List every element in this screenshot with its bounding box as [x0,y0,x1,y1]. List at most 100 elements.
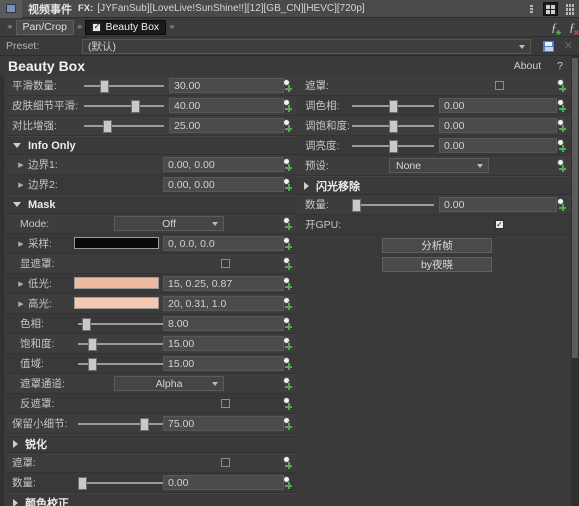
slider-preserve-detail[interactable] [78,416,163,432]
window-icon [0,0,22,18]
slider-brightness-adjust[interactable] [352,138,434,154]
vertical-scrollbar[interactable] [571,56,579,506]
keyframe-icon[interactable] [281,99,294,112]
keyframe-icon[interactable] [281,158,294,171]
checkbox-mask-toggle[interactable] [495,81,504,90]
section-header-info-only[interactable]: Info Only [6,136,297,155]
keyframe-icon[interactable] [281,317,294,330]
value-hue-adjust[interactable]: 0.00 [439,98,557,113]
keyframe-icon[interactable] [281,397,294,410]
param-row-mask-toggle: 遮罩: [297,76,571,96]
help-icon[interactable]: ? [557,60,563,72]
dropdown-mask-mode[interactable]: Off [114,216,224,231]
preset-label: Preset: [6,40,40,52]
slider-hue[interactable] [78,316,163,332]
slider-hue-adjust[interactable] [352,98,434,114]
keyframe-icon[interactable] [555,79,568,92]
expand-arrow-icon[interactable]: ▶ [14,280,28,288]
value-boundary-2[interactable]: 0.00, 0.00 [163,177,284,192]
keyframe-icon[interactable] [555,159,568,172]
preset-dropdown[interactable]: (默认) [82,39,531,54]
expand-arrow-icon[interactable]: ▶ [14,240,28,248]
keyframe-icon[interactable] [281,119,294,132]
keyframe-icon[interactable] [281,217,294,230]
remove-plugin-icon[interactable]: ƒ [569,21,579,35]
slider-flicker-amount[interactable] [352,197,434,213]
checkbox-sharpen-mask[interactable] [221,458,230,467]
param-row-hue-adjust: 调色相: 0.00 [297,96,571,116]
credit-button[interactable]: by夜晓 [382,257,492,272]
section-header-mask[interactable]: Mask [6,195,297,214]
slider-skin-detail-smooth[interactable] [84,98,164,114]
keyframe-icon[interactable] [281,277,294,290]
value-saturation-adjust[interactable]: 0.00 [439,118,557,133]
value-saturation[interactable]: 15.00 [163,336,284,351]
list-view-icon[interactable] [524,2,539,16]
keyframe-icon[interactable] [281,417,294,430]
expand-arrow-icon[interactable]: ▶ [14,161,28,169]
value-preserve-detail[interactable]: 75.00 [163,416,284,431]
slider-saturation[interactable] [78,336,163,352]
value-hue[interactable]: 8.00 [163,316,284,331]
keyframe-icon[interactable] [281,79,294,92]
value-contrast-enhance[interactable]: 25.00 [169,118,284,133]
keyframe-icon[interactable] [555,119,568,132]
checkbox-show-mask[interactable] [221,259,230,268]
keyframe-icon[interactable] [281,178,294,191]
add-plugin-icon[interactable]: ƒ [551,21,561,35]
keyframe-icon[interactable] [281,297,294,310]
keyframe-icon[interactable] [281,337,294,350]
value-sample[interactable]: 0, 0.0, 0.0 [163,236,284,251]
keyframe-icon[interactable] [281,377,294,390]
keyframe-icon[interactable] [555,139,568,152]
dropdown-mask-channel[interactable]: Alpha [114,376,224,391]
color-swatch-highlight[interactable] [74,297,159,309]
param-row-sharpen-amount: 数量: 0.00 [6,473,297,493]
color-swatch-sample[interactable] [74,237,159,249]
fx-enable-checkbox[interactable]: ✓ [92,22,102,32]
checkbox-enable-gpu[interactable]: ✓ [495,220,504,229]
keyframe-icon[interactable] [555,198,568,211]
value-brightness-adjust[interactable]: 0.00 [439,138,557,153]
value-lowlight[interactable]: 15, 0.25, 0.87 [163,276,284,291]
color-swatch-lowlight[interactable] [74,277,159,289]
keyframe-icon[interactable] [281,257,294,270]
scrollbar-thumb[interactable] [572,58,578,358]
keyframe-icon[interactable] [281,456,294,469]
value-skin-detail-smooth[interactable]: 40.00 [169,98,284,113]
fx-chip-beauty-box[interactable]: ✓ Beauty Box [85,19,167,35]
value-highlight[interactable]: 20, 0.31, 1.0 [163,296,284,311]
expand-arrow-icon[interactable]: ▶ [14,300,28,308]
section-header-color-correction[interactable]: 颜色校正 [6,493,297,506]
keyframe-icon[interactable] [281,237,294,250]
checkbox-invert-mask[interactable] [221,399,230,408]
save-preset-button[interactable] [542,40,555,53]
keyframe-icon[interactable] [281,357,294,370]
slider-value-range[interactable] [78,356,163,372]
keyframe-icon[interactable] [281,476,294,489]
value-smooth-amount[interactable]: 30.00 [169,78,284,93]
param-row-flicker-amount: 数量: 0.00 [297,195,571,215]
section-header-flicker-removal[interactable]: 闪光移除 [297,176,571,195]
analyze-frame-button[interactable]: 分析帧 [382,238,492,253]
dropdown-preset[interactable]: None [389,158,489,173]
expand-arrow-icon[interactable]: ▶ [14,181,28,189]
slider-smooth-amount[interactable] [84,78,164,94]
slider-contrast-enhance[interactable] [84,118,164,134]
param-label: 数量: [305,199,329,211]
grid-view-icon[interactable] [543,2,558,16]
fx-chip-pan-crop[interactable]: Pan/Crop [15,19,74,35]
keyframe-icon[interactable] [555,99,568,112]
slider-sharpen-amount[interactable] [78,475,163,491]
value-sharpen-amount[interactable]: 0.00 [163,475,284,490]
chevron-down-icon [13,143,21,148]
slider-saturation-adjust[interactable] [352,118,434,134]
about-link[interactable]: About [514,60,541,72]
section-header-sharpen[interactable]: 锐化 [6,434,297,453]
value-flicker-amount[interactable]: 0.00 [439,197,557,212]
delete-preset-button[interactable]: ✕ [564,41,573,52]
value-boundary-1[interactable]: 0.00, 0.00 [163,157,284,172]
value-value-range[interactable]: 15.00 [163,356,284,371]
detail-view-icon[interactable] [562,2,577,16]
preset-row: Preset: (默认) ✕ [0,37,579,56]
